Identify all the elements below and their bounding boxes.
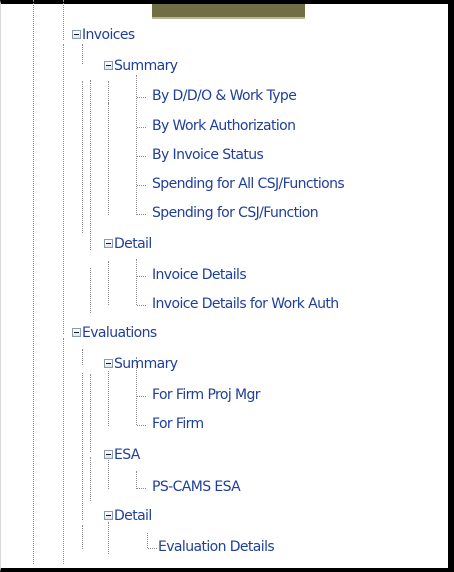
tree-node-label: Invoice Details for Work Auth [152, 296, 339, 312]
tree-node-label: Evaluations [82, 325, 157, 341]
tree-branch-line [137, 214, 146, 215]
collapse-box-icon[interactable] [104, 239, 113, 248]
tree-branch-line [137, 305, 146, 306]
tree-branch-line [137, 396, 146, 397]
tree-node-label: Detail [114, 236, 152, 252]
collapse-box-icon[interactable] [72, 30, 81, 39]
tree-guide-line [108, 457, 109, 489]
tree-node-label: Summary [114, 356, 178, 372]
tree-branch-line [137, 185, 146, 186]
tree-branch-line [137, 425, 146, 426]
collapse-box-icon[interactable] [104, 450, 113, 459]
collapse-box-icon[interactable] [104, 61, 113, 70]
tree-node-label: For Firm [152, 416, 204, 432]
tree-node-label: For Firm Proj Mgr [152, 387, 261, 403]
tree-node-label: PS-CAMS ESA [152, 479, 241, 495]
tree-guide-line [108, 371, 109, 426]
tree-node-label: Spending for All CSJ/Functions [152, 176, 345, 192]
report-tree: Invoices Summary By D/D/O & Work Type By… [0, 0, 445, 564]
tree-guide-line [63, 338, 64, 564]
tree-node-label: By D/D/O & Work Type [152, 88, 297, 104]
tree-guide-line [82, 44, 83, 64]
tree-leaf-spending-all-csj[interactable]: Spending for All CSJ/Functions [152, 173, 345, 195]
tree-branch-line [137, 276, 146, 277]
tree-leaf-by-invoice-status[interactable]: By Invoice Status [152, 144, 264, 166]
tree-leaf-by-ddo-work-type[interactable]: By D/D/O & Work Type [152, 85, 297, 107]
tree-guide-line [63, 44, 64, 334]
collapse-box-icon[interactable] [104, 359, 113, 368]
tree-leaf-by-work-authorization[interactable]: By Work Authorization [152, 115, 296, 137]
tree-leaf-for-firm[interactable]: For Firm [152, 413, 204, 435]
tree-guide-line [82, 349, 83, 365]
tree-guide-line [90, 268, 91, 313]
tree-leaf-invoice-details[interactable]: Invoice Details [152, 264, 247, 286]
tree-branch-line [137, 127, 146, 128]
tree-node-label: Summary [114, 58, 178, 74]
tree-leaf-spending-csj-function[interactable]: Spending for CSJ/Function [152, 202, 319, 224]
tree-guide-line [108, 522, 109, 554]
tree-node-label: Invoice Details [152, 267, 247, 283]
tree-leaf-for-firm-proj-mgr[interactable]: For Firm Proj Mgr [152, 384, 261, 406]
tree-guide-line [136, 75, 137, 215]
tree-branch-line [148, 548, 157, 549]
tree-guide-line [108, 261, 109, 305]
tree-node-label: Spending for CSJ/Function [152, 205, 319, 221]
tree-node-label: By Work Authorization [152, 118, 296, 134]
tree-node-label: Invoices [82, 27, 135, 43]
tree-node-label: By Invoice Status [152, 147, 264, 163]
tree-leaf-ps-cams-esa[interactable]: PS-CAMS ESA [152, 476, 241, 498]
tree-leaf-invoice-details-work-auth[interactable]: Invoice Details for Work Auth [152, 293, 339, 315]
tree-branch-line [137, 488, 146, 489]
tree-branch-line [137, 156, 146, 157]
tree-guide-line [33, 0, 34, 564]
tree-guide-line [82, 373, 83, 520]
tree-guide-line [90, 80, 91, 250]
tree-leaf-evaluation-details[interactable]: Evaluation Details [158, 536, 275, 558]
collapse-box-icon[interactable] [104, 511, 113, 520]
collapse-box-icon[interactable] [72, 328, 81, 337]
tree-guide-line [82, 525, 83, 549]
tree-guide-line [90, 457, 91, 501]
tree-guide-line [82, 81, 83, 233]
tree-guide-line [147, 533, 148, 548]
tree-guide-line [136, 471, 137, 489]
tree-node-label: Evaluation Details [158, 539, 275, 555]
tree-guide-line [108, 103, 109, 193]
tree-node-label: ESA [114, 447, 140, 463]
tree-guide-line [90, 374, 91, 452]
tree-branch-line [137, 97, 146, 98]
tree-guide-line [63, 0, 64, 40]
tree-node-label: Detail [114, 508, 152, 524]
tree-guide-line [136, 259, 137, 305]
